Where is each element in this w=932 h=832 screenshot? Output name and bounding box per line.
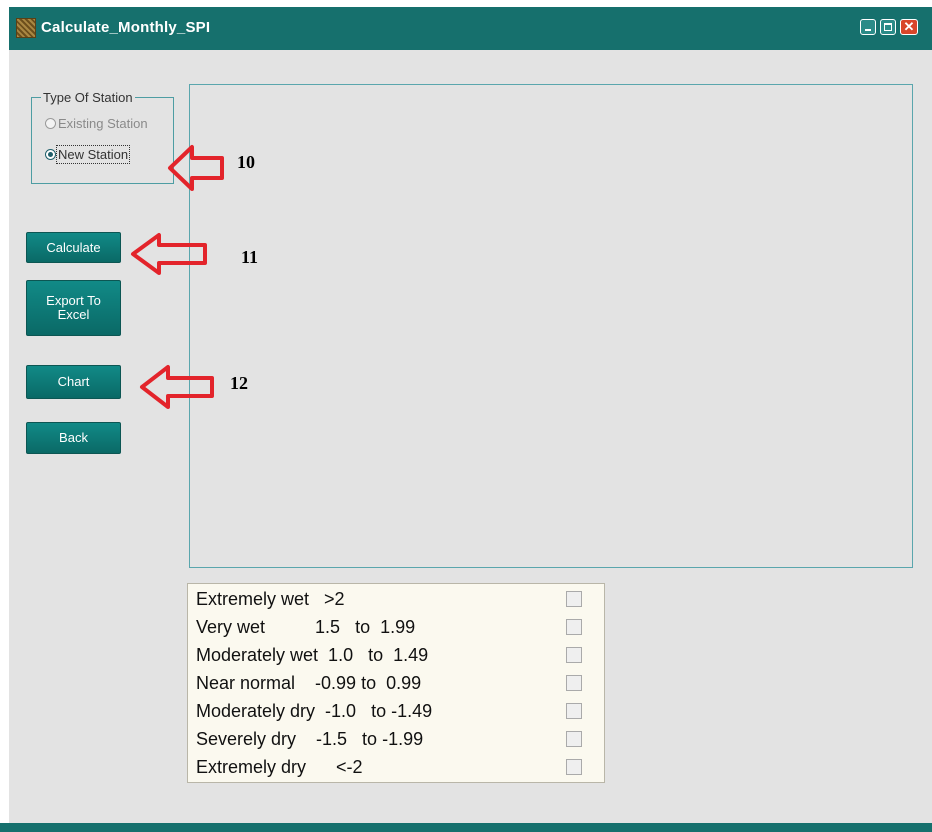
callout-number-12: 12 xyxy=(230,373,248,393)
spi-category-legend: Extremely wet >2 Very wet 1.5 to 1.99 Mo… xyxy=(187,583,605,783)
existing-station-option[interactable]: Existing Station xyxy=(45,114,148,132)
arrow-icon xyxy=(140,365,214,409)
moderately-dry-checkbox[interactable] xyxy=(566,703,582,719)
moderately-wet-checkbox[interactable] xyxy=(566,647,582,663)
station-type-group: Type Of Station Existing Station New Sta… xyxy=(31,90,174,184)
close-icon[interactable]: ✕ xyxy=(900,19,918,35)
legend-row-moderately-wet: Moderately wet 1.0 to 1.49 xyxy=(196,643,596,671)
export-button-line2: Excel xyxy=(57,307,90,322)
very-wet-checkbox[interactable] xyxy=(566,619,582,635)
new-station-option[interactable]: New Station xyxy=(45,144,131,164)
new-station-label: New Station xyxy=(55,144,131,164)
arrow-icon xyxy=(131,233,207,275)
legend-row-moderately-dry: Moderately dry -1.0 to -1.49 xyxy=(196,699,596,727)
legend-label: Severely dry -1.5 to -1.99 xyxy=(196,729,424,749)
calculate-button[interactable]: Calculate xyxy=(26,232,121,263)
maximize-icon[interactable] xyxy=(880,19,896,35)
extremely-dry-checkbox[interactable] xyxy=(566,759,582,775)
legend-row-extremely-dry: Extremely dry <-2 xyxy=(196,755,596,783)
export-button-line1: Export To xyxy=(46,293,101,308)
title-bar[interactable]: Calculate_Monthly_SPI ✕ xyxy=(9,7,932,50)
station-type-legend: Type Of Station xyxy=(41,90,135,105)
legend-label: Extremely dry <-2 xyxy=(196,757,363,777)
legend-row-severely-dry: Severely dry -1.5 to -1.99 xyxy=(196,727,596,755)
legend-label: Moderately wet 1.0 to 1.49 xyxy=(196,645,429,665)
existing-station-label: Existing Station xyxy=(58,115,148,131)
bottom-border xyxy=(0,823,932,832)
window-title: Calculate_Monthly_SPI xyxy=(41,19,211,36)
severely-dry-checkbox[interactable] xyxy=(566,731,582,747)
legend-label: Moderately dry -1.0 to -1.49 xyxy=(196,701,433,721)
arrow-icon xyxy=(168,145,224,191)
chart-button[interactable]: Chart xyxy=(26,365,121,399)
app-window: Calculate_Monthly_SPI ✕ Type Of Station … xyxy=(9,7,932,832)
minimize-icon[interactable] xyxy=(860,19,876,35)
legend-row-extremely-wet: Extremely wet >2 xyxy=(196,587,596,615)
chart-display-area xyxy=(189,84,913,568)
legend-label: Extremely wet >2 xyxy=(196,589,345,609)
legend-row-near-normal: Near normal -0.99 to 0.99 xyxy=(196,671,596,699)
near-normal-checkbox[interactable] xyxy=(566,675,582,691)
app-icon xyxy=(16,18,36,38)
existing-station-radio[interactable] xyxy=(45,117,56,129)
new-station-radio[interactable] xyxy=(45,148,56,160)
callout-number-10: 10 xyxy=(237,152,255,172)
legend-label: Near normal -0.99 to 0.99 xyxy=(196,673,422,693)
callout-number-11: 11 xyxy=(241,247,259,267)
export-to-excel-button[interactable]: Export To Excel xyxy=(26,280,121,336)
legend-row-very-wet: Very wet 1.5 to 1.99 xyxy=(196,615,596,643)
back-button[interactable]: Back xyxy=(26,422,121,454)
legend-label: Very wet 1.5 to 1.99 xyxy=(196,617,416,637)
extremely-wet-checkbox[interactable] xyxy=(566,591,582,607)
